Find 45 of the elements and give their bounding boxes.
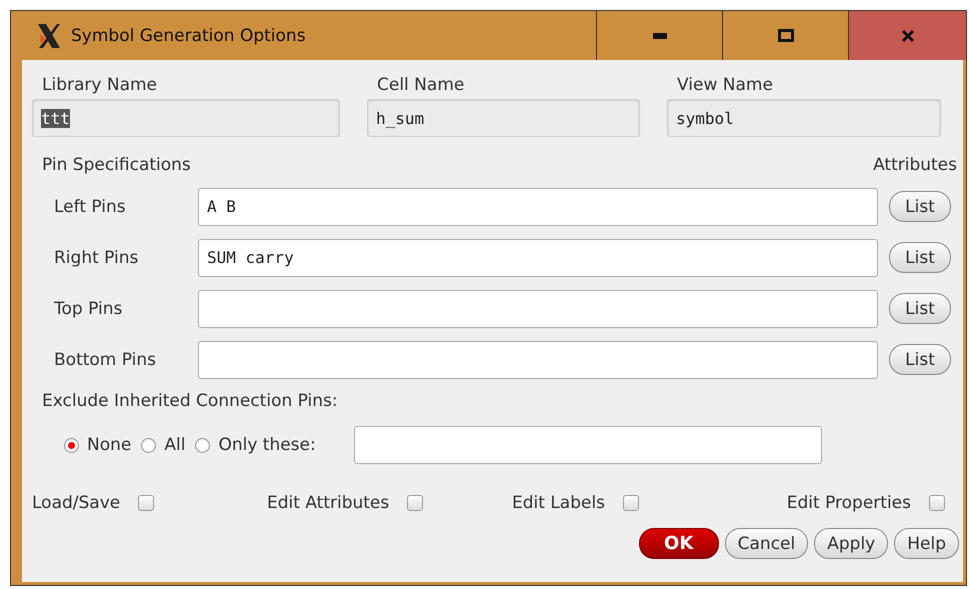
radio-button[interactable] <box>141 438 156 452</box>
radio-label: Only these: <box>218 435 316 455</box>
dialog-button[interactable]: Help <box>894 528 959 559</box>
checkbox-label: Edit Labels <box>512 493 606 513</box>
dialog-button[interactable]: Apply <box>814 528 888 559</box>
field-label: View Name <box>677 75 774 95</box>
checkbox[interactable] <box>929 495 945 511</box>
minimize-icon <box>652 32 666 38</box>
pin-label: Left Pins <box>53 196 127 216</box>
radio-label: None <box>87 435 132 455</box>
maximize-icon <box>778 29 794 42</box>
checkbox-label: Edit Attributes <box>267 493 390 513</box>
only-these-field[interactable] <box>354 426 822 464</box>
pin-label: Right Pins <box>53 248 140 268</box>
checkbox[interactable] <box>407 495 424 511</box>
radio-button[interactable] <box>195 438 210 452</box>
close-icon <box>900 28 914 42</box>
list-button[interactable]: List <box>889 344 951 375</box>
ok-button[interactable]: OK <box>638 528 719 559</box>
name-field[interactable]: h_sum <box>367 99 640 137</box>
x-logo-icon <box>35 22 63 50</box>
field-label: Library Name <box>42 75 158 95</box>
list-button[interactable]: List <box>889 242 951 273</box>
name-field[interactable]: symbol <box>667 99 941 137</box>
radio-label: All <box>164 435 186 455</box>
checkbox[interactable] <box>138 495 154 511</box>
list-button[interactable]: List <box>889 191 951 222</box>
pin-label: Bottom Pins <box>53 350 157 370</box>
checkbox[interactable] <box>623 495 640 511</box>
section-title: Pin Specifications <box>42 155 191 175</box>
field-label: Cell Name <box>377 75 466 95</box>
dialog-button[interactable]: Cancel <box>724 528 808 559</box>
pin-field[interactable] <box>198 290 878 328</box>
checkbox-label: Load/Save <box>32 493 120 513</box>
radio-button[interactable] <box>64 438 79 452</box>
window-title: Symbol Generation Options <box>71 26 307 46</box>
pin-field[interactable]: SUM carry <box>198 238 878 276</box>
pin-label: Top Pins <box>53 298 124 318</box>
attributes-label: Attributes <box>873 155 957 175</box>
name-field[interactable]: ttt <box>32 99 340 137</box>
checkbox-label: Edit Properties <box>786 493 911 513</box>
pin-field[interactable] <box>198 340 878 378</box>
pin-field[interactable]: A B <box>198 188 878 226</box>
list-button[interactable]: List <box>889 293 951 324</box>
exclude-label: Exclude Inherited Connection Pins: <box>42 391 339 411</box>
